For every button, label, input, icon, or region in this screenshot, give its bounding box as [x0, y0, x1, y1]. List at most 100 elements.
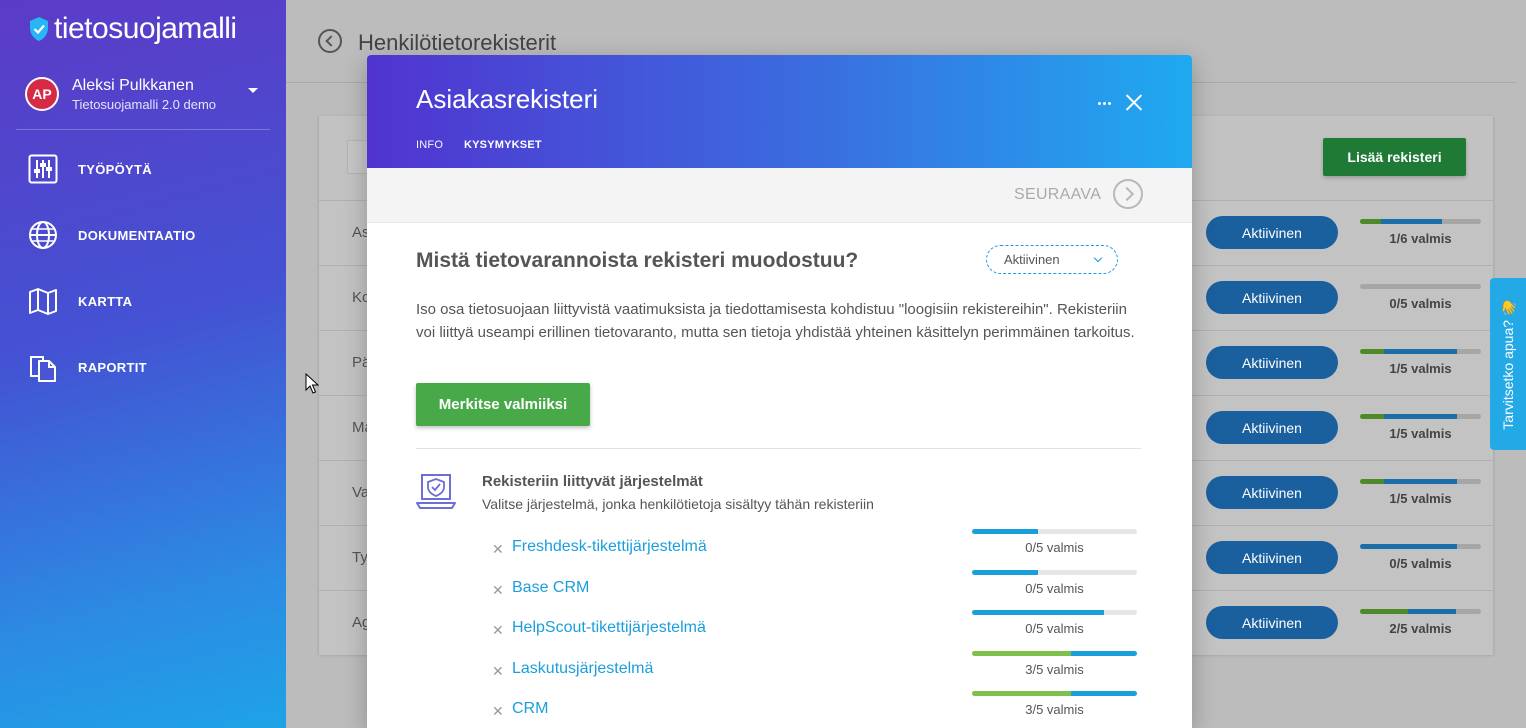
progress-label: 1/6 valmis	[1389, 231, 1452, 246]
tab-kysymykset[interactable]: KYSYMYKSET	[464, 139, 542, 151]
system-link[interactable]: Freshdesk-tikettijärjestelmä	[512, 538, 707, 556]
remove-icon[interactable]: ✕	[492, 663, 504, 680]
remove-icon[interactable]: ✕	[492, 703, 504, 720]
shield-logo-icon	[30, 17, 48, 41]
status-badge[interactable]: Aktiivinen	[1206, 411, 1338, 444]
progress-active	[1381, 219, 1442, 224]
progress-bar	[1360, 219, 1481, 224]
progress-bar	[972, 650, 1137, 656]
question-title: Mistä tietovarannoista rekisteri muodost…	[416, 249, 859, 272]
sidebar-item-label: KARTTA	[78, 293, 133, 309]
system-link[interactable]: HelpScout-tikettijärjestelmä	[512, 619, 706, 637]
progress-label: 1/5 valmis	[1389, 491, 1452, 506]
help-tab-label: Tarvitsetko apua? 👋	[1500, 298, 1516, 430]
divider	[416, 448, 1141, 449]
system-link[interactable]: CRM	[512, 700, 548, 718]
progress-label: 0/5 valmis	[1389, 556, 1452, 571]
remove-icon[interactable]: ✕	[492, 582, 504, 599]
caret-down-icon[interactable]	[248, 88, 258, 93]
progress-bar	[1360, 609, 1481, 614]
add-register-button[interactable]: Lisää rekisteri	[1323, 138, 1466, 176]
next-button[interactable]: SEURAAVA	[1014, 186, 1101, 204]
progress-label: 3/5 valmis	[1025, 702, 1084, 717]
sidebar-item-tyopoyta[interactable]: TYÖPÖYTÄ	[0, 136, 286, 202]
progress-done	[1360, 609, 1408, 614]
status-badge[interactable]: Aktiivinen	[1206, 216, 1338, 249]
documents-icon	[30, 356, 56, 382]
systems-subtitle: Valitse järjestelmä, jonka henkilötietoj…	[482, 496, 874, 512]
sidebar-item-label: DOKUMENTAATIO	[78, 227, 196, 243]
progress-done	[1360, 479, 1384, 484]
sidebar-item-label: RAPORTIT	[78, 359, 147, 375]
back-arrow-icon[interactable]	[318, 29, 342, 53]
status-badge[interactable]: Aktiivinen	[1206, 281, 1338, 314]
progress-label: 0/5 valmis	[1025, 621, 1084, 636]
progress-bar	[972, 610, 1137, 615]
progress-active	[972, 569, 1038, 575]
status-badge[interactable]: Aktiivinen	[1206, 606, 1338, 639]
more-options-icon[interactable]	[1098, 95, 1114, 111]
remove-icon[interactable]: ✕	[492, 541, 504, 558]
progress-done	[1360, 349, 1384, 354]
progress-done	[1360, 414, 1384, 419]
sidebar: tietosuojamalli AP Aleksi Pulkkanen Tiet…	[0, 0, 286, 728]
progress-active	[1384, 414, 1457, 419]
progress-bar	[972, 691, 1137, 696]
map-icon	[29, 288, 57, 315]
progress-active	[972, 529, 1038, 534]
status-badge[interactable]: Aktiivinen	[1206, 346, 1338, 379]
page-title: Henkilötietorekisterit	[358, 30, 557, 55]
progress-done	[1360, 219, 1381, 224]
remove-icon[interactable]: ✕	[492, 622, 504, 639]
progress-active	[1384, 349, 1457, 354]
progress-label: 1/5 valmis	[1389, 426, 1452, 441]
avatar: AP	[25, 77, 59, 111]
mark-done-button[interactable]: Merkitse valmiiksi	[416, 383, 590, 426]
progress-label: 3/5 valmis	[1025, 661, 1084, 677]
sidebar-item-label: TYÖPÖYTÄ	[78, 161, 152, 177]
progress-label: 0/5 valmis	[1025, 540, 1084, 555]
status-select[interactable]: Aktiivinen	[986, 245, 1118, 274]
sliders-icon	[28, 154, 58, 184]
logo-text: tietosuojamalli	[54, 12, 237, 45]
progress-label: 0/5 valmis	[1389, 296, 1452, 311]
progress-bar	[972, 529, 1137, 534]
progress-active	[1408, 609, 1456, 614]
chevron-right-icon[interactable]	[1113, 179, 1143, 209]
sidebar-item-kartta[interactable]: KARTTA	[0, 268, 286, 334]
question-description: Iso osa tietosuojaan liittyvistä vaatimu…	[416, 301, 1135, 341]
user-menu[interactable]: AP Aleksi Pulkkanen Tietosuojamalli 2.0 …	[16, 60, 270, 130]
progress-bar	[1360, 479, 1481, 484]
status-badge[interactable]: Aktiivinen	[1206, 476, 1338, 509]
globe-icon	[29, 221, 57, 249]
chevron-down-icon	[1093, 253, 1103, 263]
status-select-value: Aktiivinen	[1004, 252, 1060, 267]
system-item: ✕ CRM 3/5 valmis	[492, 691, 1142, 728]
user-name: Aleksi Pulkkanen	[72, 77, 194, 94]
progress-active	[1071, 691, 1137, 696]
progress-label: 1/5 valmis	[1389, 361, 1452, 376]
progress-active	[972, 610, 1104, 615]
register-modal: Asiakasrekisteri INFO KYSYMYKSET SEURAAV…	[367, 55, 1192, 728]
modal-toolbar: SEURAAVA	[367, 168, 1192, 223]
close-icon[interactable]	[1125, 93, 1144, 112]
tab-info[interactable]: INFO	[416, 139, 443, 151]
progress-bar	[1360, 349, 1481, 354]
progress-label: 2/5 valmis	[1389, 621, 1452, 636]
status-badge[interactable]: Aktiivinen	[1206, 541, 1338, 574]
progress-bar	[1360, 414, 1481, 419]
progress-active	[1071, 650, 1137, 656]
progress-done	[972, 691, 1071, 696]
system-link[interactable]: Laskutusjärjestelmä	[512, 660, 653, 678]
modal-title: Asiakasrekisteri	[416, 84, 599, 114]
progress-bar	[1360, 544, 1481, 549]
help-tab[interactable]: Tarvitsetko apua? 👋	[1490, 278, 1526, 450]
register-name: Ty	[352, 549, 368, 566]
system-link[interactable]: Base CRM	[512, 579, 589, 597]
sidebar-item-dokumentaatio[interactable]: DOKUMENTAATIO	[0, 202, 286, 268]
progress-active	[1384, 479, 1457, 484]
progress-active	[1360, 544, 1457, 549]
logo[interactable]: tietosuojamalli	[28, 12, 237, 46]
laptop-shield-icon	[416, 474, 456, 509]
sidebar-item-raportit[interactable]: RAPORTIT	[0, 334, 286, 400]
